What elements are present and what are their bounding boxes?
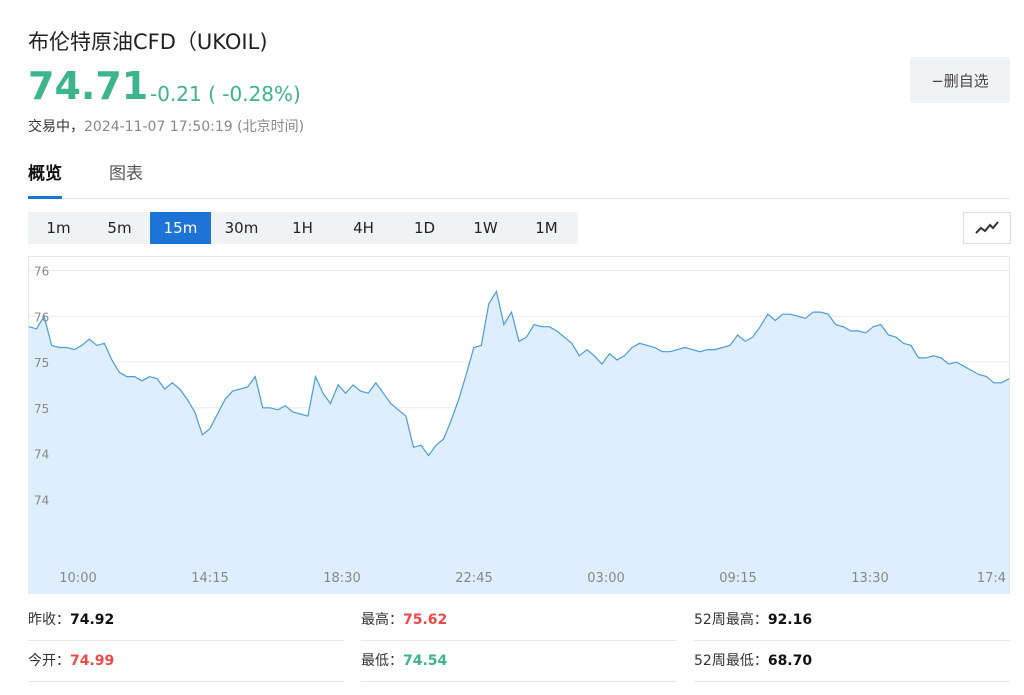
remove-watchlist-button[interactable]: −删自选 bbox=[910, 57, 1010, 103]
stat-prev-close: 昨收：74.92 bbox=[28, 600, 344, 641]
y-tick-label: 74 bbox=[34, 493, 49, 507]
y-tick-label: 75 bbox=[34, 402, 49, 416]
period-30m[interactable]: 30m bbox=[211, 212, 272, 244]
stat-open: 今开：74.99 bbox=[28, 641, 344, 682]
view-tabs: 概览 图表 bbox=[28, 162, 1010, 199]
price-change: -0.21 ( -0.28%) bbox=[150, 82, 301, 106]
x-tick-label: 13:30 bbox=[851, 571, 888, 586]
x-tick-label: 17:4 bbox=[977, 571, 1006, 586]
y-tick-label: 76 bbox=[34, 265, 49, 279]
chart-type-button[interactable] bbox=[963, 212, 1011, 244]
stat-52w-low: 52周最低：68.70 bbox=[694, 641, 1010, 682]
period-15m[interactable]: 15m bbox=[150, 212, 211, 244]
x-tick-label: 03:00 bbox=[587, 571, 624, 586]
period-1d[interactable]: 1D bbox=[394, 212, 455, 244]
period-1m[interactable]: 1m bbox=[28, 212, 89, 244]
status-datetime: 2024-11-07 17:50:19 bbox=[84, 119, 233, 135]
period-4h[interactable]: 4H bbox=[333, 212, 394, 244]
y-tick-label: 75 bbox=[34, 356, 49, 370]
stat-low: 最低：74.54 bbox=[361, 641, 677, 682]
x-tick-label: 14:15 bbox=[191, 571, 228, 586]
last-price: 74.71 bbox=[28, 64, 149, 108]
y-tick-label: 76 bbox=[34, 310, 49, 324]
period-1w[interactable]: 1W bbox=[455, 212, 516, 244]
instrument-title: 布伦特原油CFD（UKOIL) bbox=[28, 30, 268, 54]
trading-status: 交易中，2024-11-07 17:50:19 (北京时间) bbox=[28, 116, 304, 136]
x-tick-label: 18:30 bbox=[323, 571, 360, 586]
y-tick-label: 74 bbox=[34, 448, 49, 462]
stat-52w-high: 52周最高：92.16 bbox=[694, 600, 1010, 641]
line-chart-icon bbox=[975, 221, 999, 234]
x-tick-label: 10:00 bbox=[59, 571, 96, 586]
period-1month[interactable]: 1M bbox=[516, 212, 577, 244]
x-tick-label: 09:15 bbox=[719, 571, 756, 586]
stats-panel: 昨收：74.92 最高：75.62 52周最高：92.16 今开：74.99 最… bbox=[28, 600, 1010, 695]
tab-chart[interactable]: 图表 bbox=[109, 162, 143, 196]
tab-overview[interactable]: 概览 bbox=[28, 162, 62, 199]
status-label: 交易中， bbox=[28, 119, 84, 135]
x-tick-label: 22:45 bbox=[455, 571, 492, 586]
period-5m[interactable]: 5m bbox=[89, 212, 150, 244]
price-chart[interactable]: 76 76 75 75 74 74 10:00 14:15 18:30 22:45 03:00 09:… bbox=[28, 256, 1010, 594]
stat-high: 最高：75.62 bbox=[361, 600, 677, 641]
period-selector: 1m 5m 15m 30m 1H 4H 1D 1W 1M bbox=[28, 212, 578, 244]
status-timezone: (北京时间) bbox=[237, 119, 305, 135]
period-1h[interactable]: 1H bbox=[272, 212, 333, 244]
